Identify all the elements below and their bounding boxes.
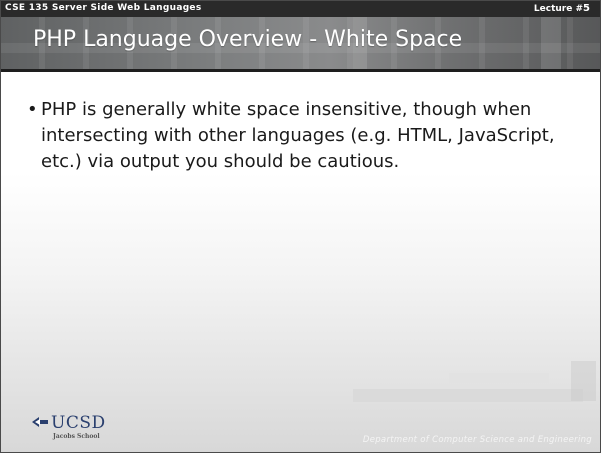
footer-department: Department of Computer Science and Engin… bbox=[362, 435, 592, 445]
title-bar: PHP Language Overview - White Space bbox=[1, 17, 600, 72]
logo-subtitle: Jacobs School bbox=[53, 433, 100, 440]
slide-title: PHP Language Overview - White Space bbox=[33, 27, 463, 52]
logo-text: UCSD bbox=[51, 413, 106, 433]
bullet-marker: • bbox=[27, 99, 38, 120]
course-title: CSE 135 Server Side Web Languages bbox=[5, 3, 202, 13]
decorative-block bbox=[571, 361, 596, 401]
lecture-label: Lecture #5 bbox=[534, 3, 590, 14]
slide-body: • PHP is generally white space insensiti… bbox=[27, 97, 587, 175]
decorative-block bbox=[449, 373, 549, 383]
lecture-number: 5 bbox=[583, 3, 590, 14]
bullet-item: • PHP is generally white space insensiti… bbox=[27, 97, 587, 175]
decorative-block bbox=[353, 389, 583, 402]
ucsd-logo: UCSD Jacobs School bbox=[31, 413, 121, 441]
slide: CSE 135 Server Side Web Languages Lectur… bbox=[0, 0, 601, 453]
bullet-text: PHP is generally white space insensitive… bbox=[41, 99, 555, 172]
title-bar-texture bbox=[541, 17, 561, 69]
triton-icon bbox=[32, 417, 48, 427]
lecture-prefix: Lecture # bbox=[533, 4, 584, 14]
header-bar: CSE 135 Server Side Web Languages Lectur… bbox=[1, 1, 600, 17]
